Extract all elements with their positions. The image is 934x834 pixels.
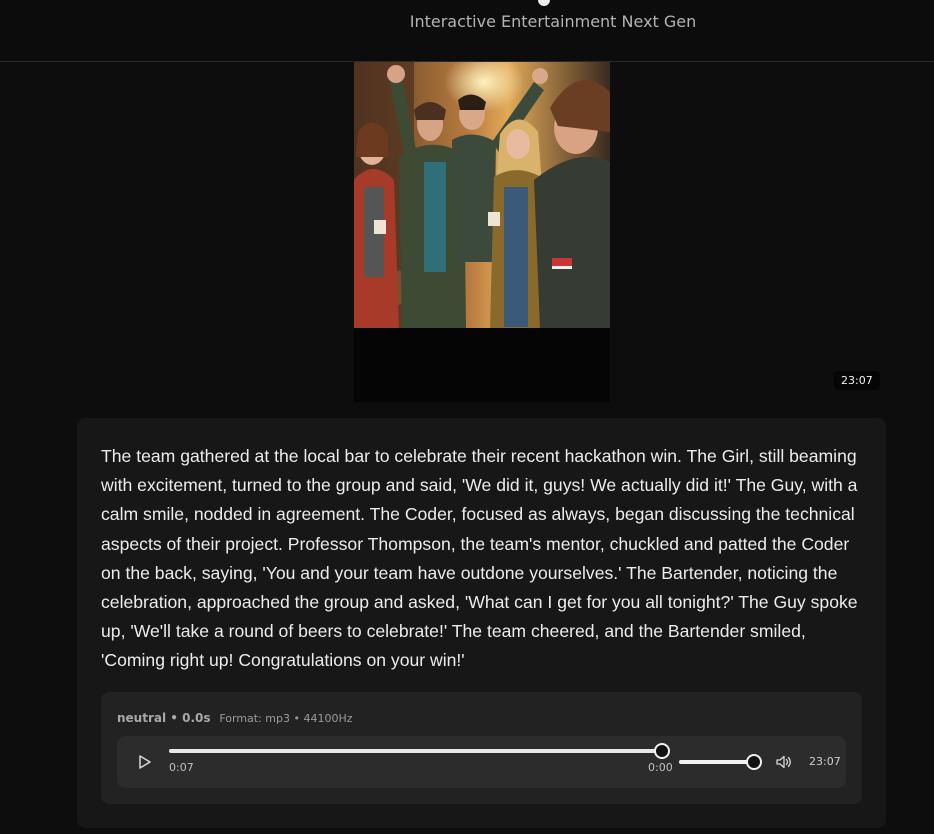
volume-icon	[776, 755, 791, 769]
audio-player: 0:07 0:00 23:07	[117, 736, 846, 788]
app-header: Interactive Entertainment Next Gen	[0, 0, 934, 62]
play-button[interactable]	[134, 752, 154, 772]
volume-fill	[679, 760, 754, 764]
progress-thumb[interactable]	[654, 743, 670, 759]
audio-meta: neutral • 0.0s Format: mp3 • 44100Hz	[117, 711, 353, 725]
story-text: The team gathered at the local bar to ce…	[101, 446, 858, 671]
play-icon	[139, 755, 151, 769]
story-card: The team gathered at the local bar to ce…	[77, 418, 886, 828]
format-label: Format: mp3 • 44100Hz	[219, 712, 353, 725]
media-timestamp: 23:07	[834, 371, 880, 390]
voice-label: neutral • 0.0s	[117, 711, 211, 725]
progress-slider[interactable]	[169, 743, 670, 759]
remaining-time: 0:00	[648, 761, 673, 774]
volume-button[interactable]	[775, 753, 793, 771]
volume-thumb[interactable]	[746, 754, 762, 770]
volume-slider[interactable]	[679, 754, 762, 770]
audio-panel: neutral • 0.0s Format: mp3 • 44100Hz 0:0…	[101, 692, 862, 804]
app-title-clipped	[538, 0, 550, 6]
scene-media	[354, 62, 610, 402]
duration: 23:07	[809, 755, 841, 768]
scene-image	[354, 62, 610, 328]
app-subtitle: Interactive Entertainment Next Gen	[409, 12, 697, 31]
current-time: 0:07	[169, 761, 194, 774]
